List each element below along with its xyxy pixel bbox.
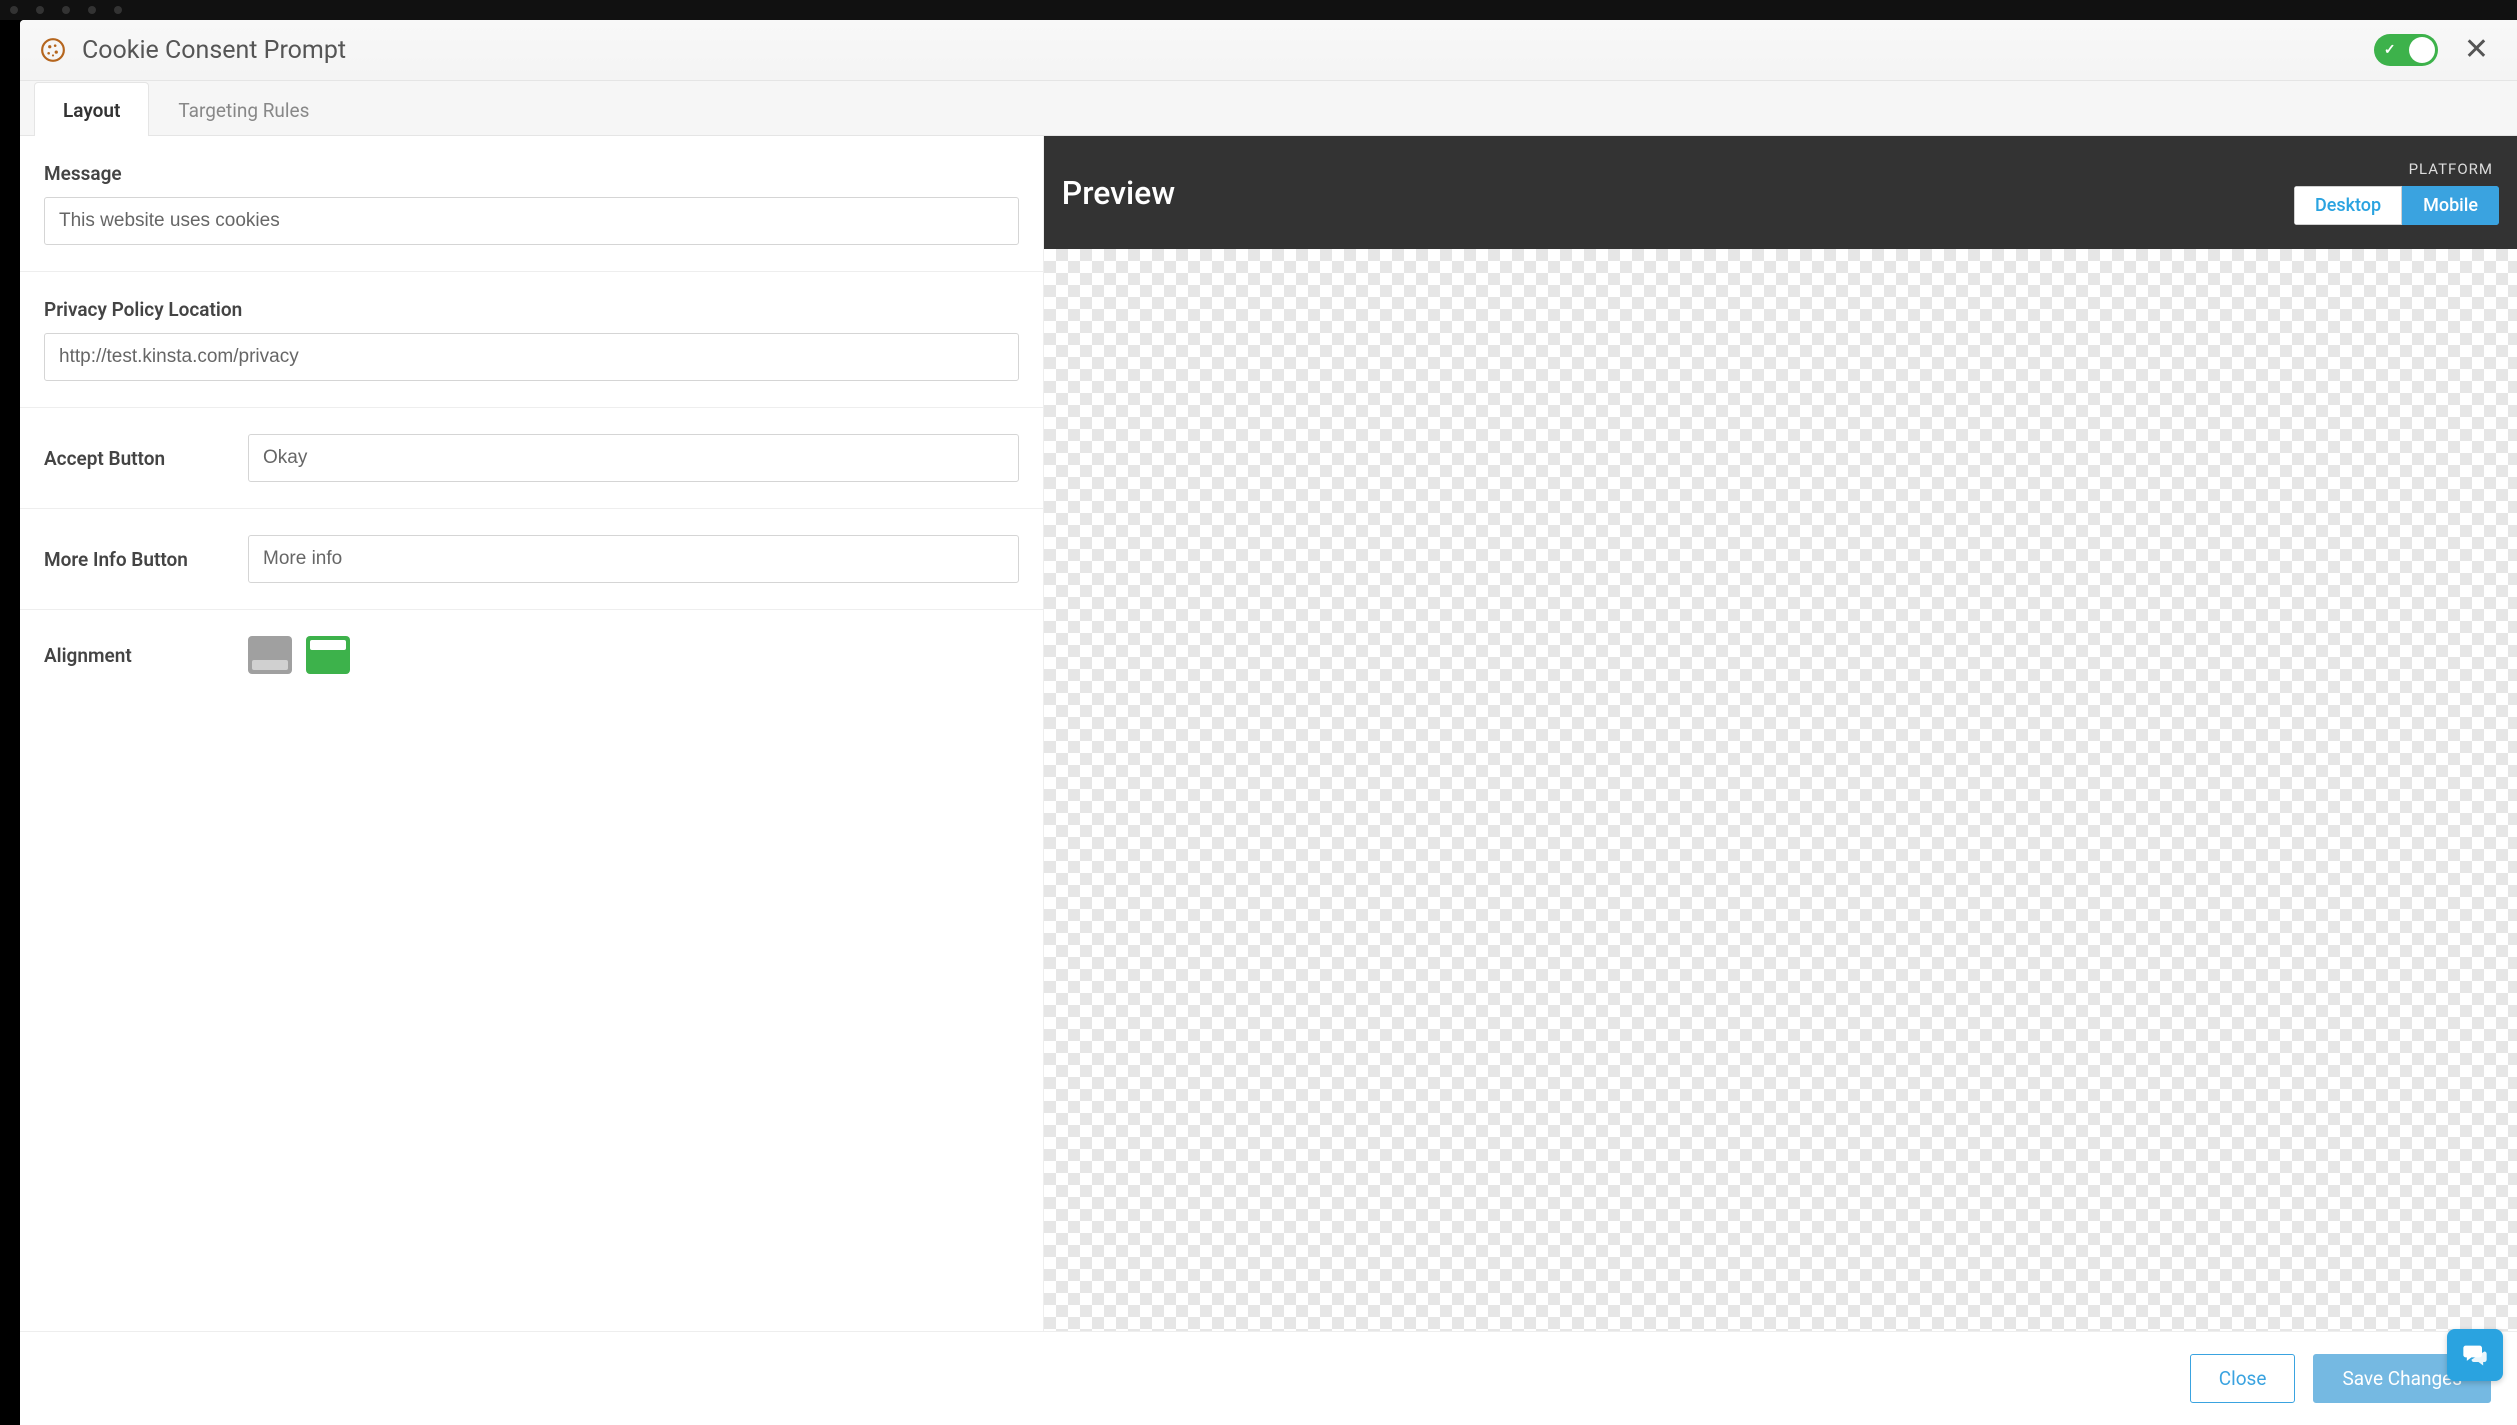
moreinfo-input[interactable] xyxy=(248,535,1019,583)
chat-widget-button[interactable] xyxy=(2447,1329,2503,1381)
platform-desktop-button[interactable]: Desktop xyxy=(2294,186,2402,225)
cookie-consent-modal: Cookie Consent Prompt ✓ ✕ Layout Targeti… xyxy=(20,20,2517,1425)
alignment-top-option[interactable] xyxy=(306,636,350,674)
alignment-bottom-option[interactable] xyxy=(248,636,292,674)
cookie-icon xyxy=(38,35,68,65)
modal-header: Cookie Consent Prompt ✓ ✕ xyxy=(20,20,2517,81)
platform-switcher: PLATFORM Desktop Mobile xyxy=(2294,160,2499,225)
enable-toggle[interactable]: ✓ xyxy=(2374,34,2438,66)
alignment-section: Alignment xyxy=(20,610,1043,700)
tab-targeting-rules[interactable]: Targeting Rules xyxy=(149,82,338,136)
bg-dot xyxy=(114,6,122,14)
preview-canvas xyxy=(1044,249,2517,1331)
form-column: Message Privacy Policy Location Accept B… xyxy=(20,136,1044,1331)
message-section: Message xyxy=(20,136,1043,272)
close-icon[interactable]: ✕ xyxy=(2460,35,2493,65)
tab-bar: Layout Targeting Rules xyxy=(20,81,2517,136)
privacy-input[interactable] xyxy=(44,333,1019,381)
accept-label: Accept Button xyxy=(44,447,224,470)
modal-body: Message Privacy Policy Location Accept B… xyxy=(20,136,2517,1331)
privacy-section: Privacy Policy Location xyxy=(20,272,1043,408)
preview-column: Preview PLATFORM Desktop Mobile xyxy=(1044,136,2517,1331)
bg-dot xyxy=(62,6,70,14)
tab-layout[interactable]: Layout xyxy=(34,82,149,136)
message-label: Message xyxy=(44,162,1019,185)
modal-title: Cookie Consent Prompt xyxy=(82,36,2374,65)
platform-label: PLATFORM xyxy=(2409,160,2499,178)
preview-header: Preview PLATFORM Desktop Mobile xyxy=(1044,136,2517,249)
accept-input[interactable] xyxy=(248,434,1019,482)
moreinfo-label: More Info Button xyxy=(44,548,224,571)
alignment-options xyxy=(248,636,350,674)
moreinfo-section: More Info Button xyxy=(20,509,1043,610)
modal-footer: Close Save Changes xyxy=(20,1331,2517,1425)
accept-section: Accept Button xyxy=(20,408,1043,509)
bg-dot xyxy=(88,6,96,14)
platform-mobile-button[interactable]: Mobile xyxy=(2402,186,2499,225)
bg-dot xyxy=(36,6,44,14)
chat-icon xyxy=(2461,1341,2489,1369)
platform-button-group: Desktop Mobile xyxy=(2294,186,2499,225)
bg-dot xyxy=(10,6,18,14)
background-app xyxy=(0,0,2517,20)
privacy-label: Privacy Policy Location xyxy=(44,298,1019,321)
check-icon: ✓ xyxy=(2384,42,2396,58)
message-input[interactable] xyxy=(44,197,1019,245)
alignment-label: Alignment xyxy=(44,644,224,667)
close-button[interactable]: Close xyxy=(2190,1354,2296,1403)
preview-title: Preview xyxy=(1062,174,2294,212)
